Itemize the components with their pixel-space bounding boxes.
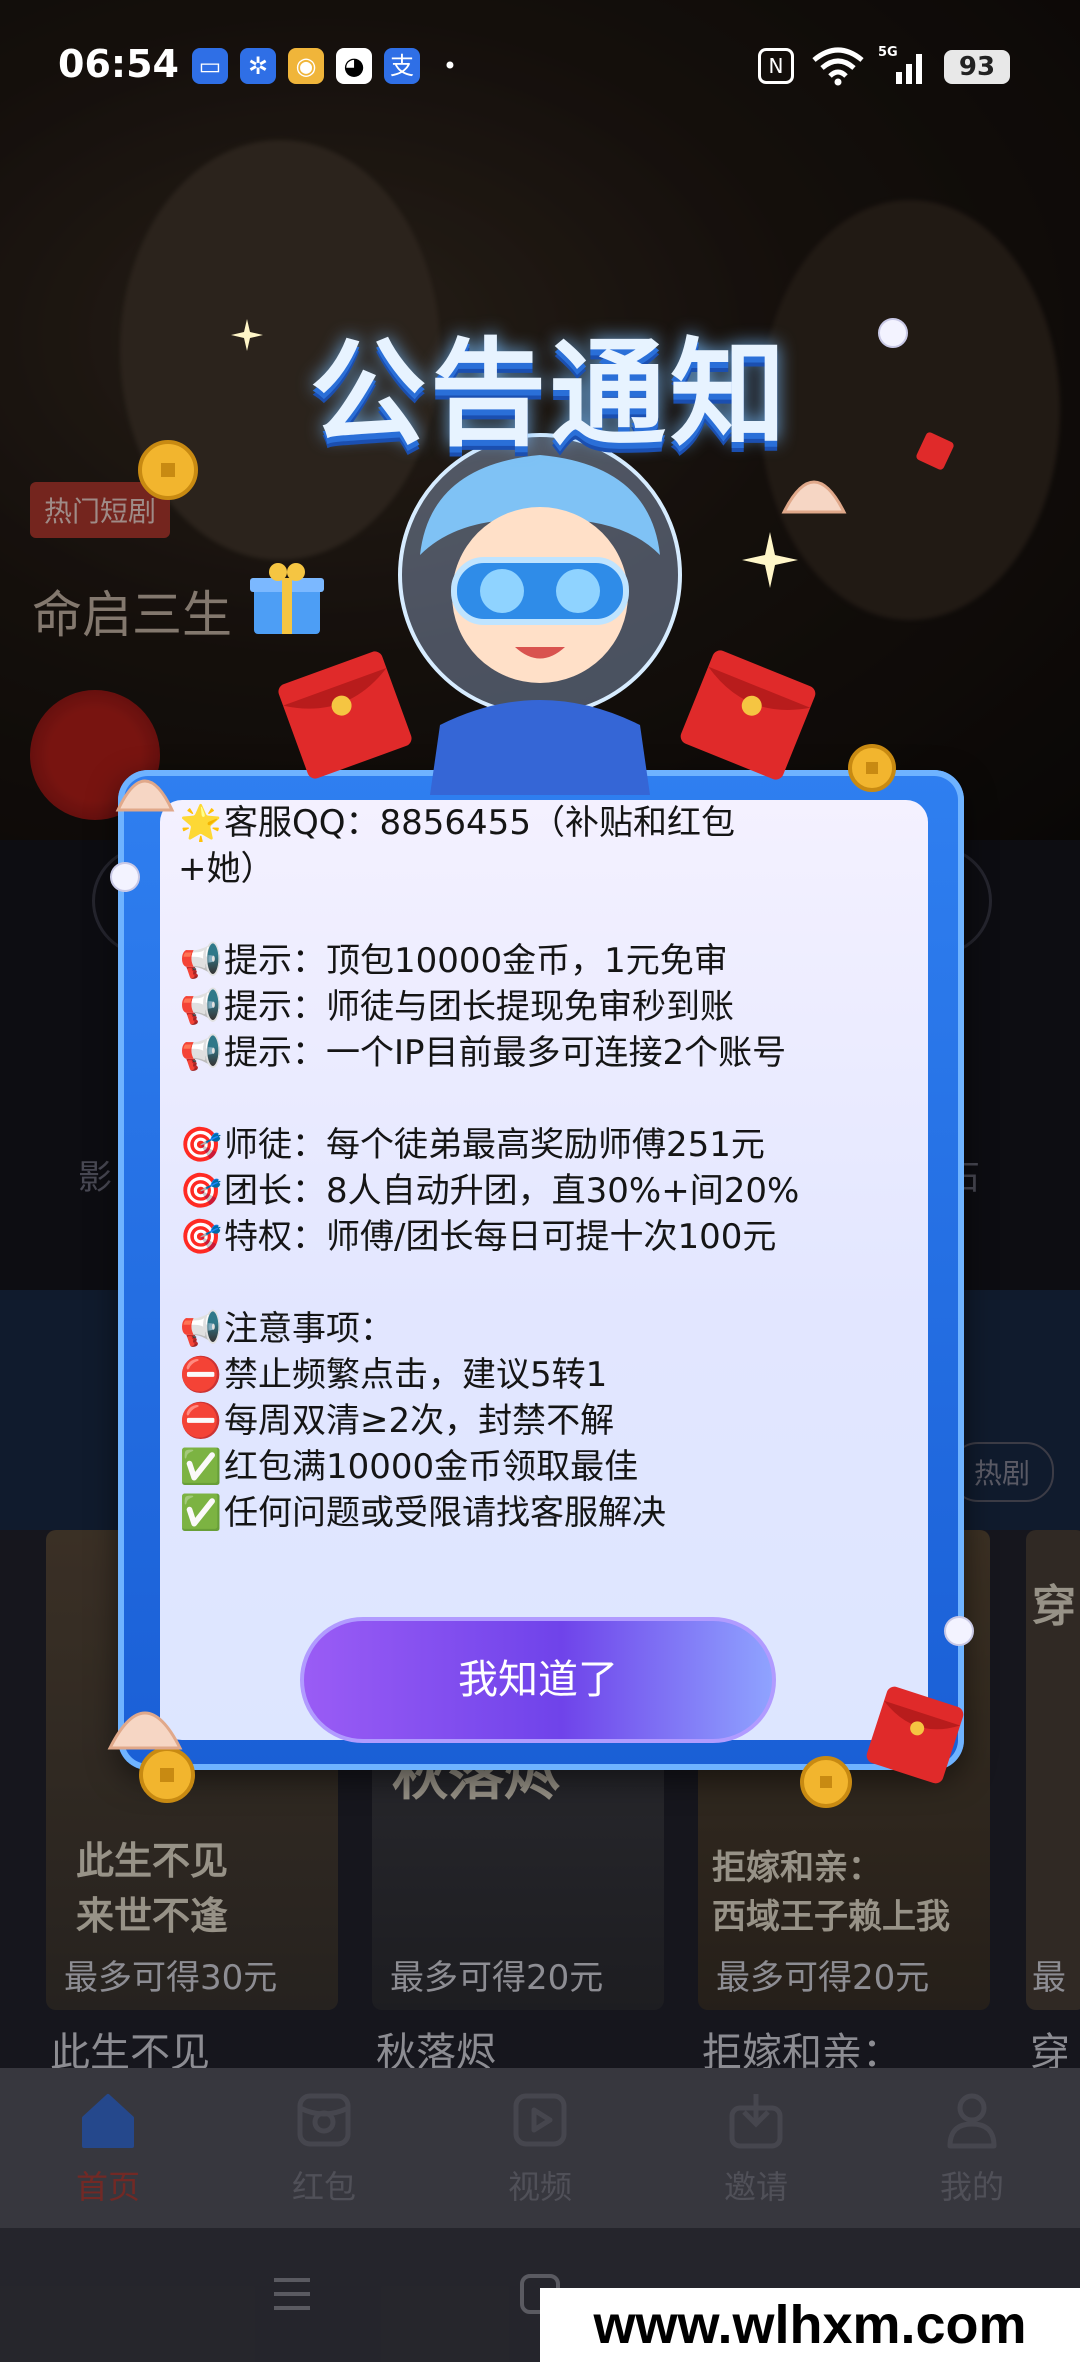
qq-app-icon: ◕ xyxy=(336,48,372,84)
site-watermark: www.wlhxm.com xyxy=(540,2288,1080,2362)
gold-coin-icon xyxy=(138,440,198,500)
target-icon: 🎯 xyxy=(179,1217,223,1257)
red-envelope-left-icon xyxy=(278,651,412,779)
nfc-icon: N xyxy=(758,48,794,84)
pearl-icon xyxy=(944,1616,974,1646)
notice-line: +她） xyxy=(178,849,275,889)
notice-line: ⛔禁止频繁点击，建议5转1 xyxy=(178,1352,918,1398)
shell-icon xyxy=(107,1711,183,1750)
notice-line: ✅红包满10000金币领取最佳 xyxy=(178,1444,918,1490)
notice-line: 📢提示：顶包10000金币，1元免审 xyxy=(178,938,918,984)
red-envelope-right-icon xyxy=(680,650,816,780)
notice-line: ⛔每周双清≥2次，封禁不解 xyxy=(178,1398,918,1444)
check-icon: ✅ xyxy=(179,1493,223,1533)
megaphone-icon: 📢 xyxy=(179,1309,223,1349)
alipay-app-icon: 支 xyxy=(384,48,420,84)
megaphone-icon: 📢 xyxy=(179,941,223,981)
sparkle-icon xyxy=(742,532,798,588)
sparkle-icon xyxy=(231,319,263,351)
announcement-body: 🌟客服QQ：8856455（补贴和红包 +她） 📢提示：顶包10000金币，1元… xyxy=(178,800,918,1536)
shell-icon xyxy=(115,779,175,812)
notice-line: 📢注意事项： xyxy=(178,1306,918,1352)
notice-line: 📢提示：一个IP目前最多可连接2个账号 xyxy=(178,1030,918,1076)
pearl-icon xyxy=(878,318,908,348)
no-entry-icon: ⛔ xyxy=(179,1401,223,1441)
gift-box-icon xyxy=(250,563,324,634)
status-time: 06:54 xyxy=(58,42,179,86)
status-bar: 06:54 ▭ ✲ ◉ ◕ 支 • N 5G 93 xyxy=(0,0,1080,130)
notice-line: ✅任何问题或受限请找客服解决 xyxy=(178,1490,918,1536)
notice-line: 🌟客服QQ：8856455（补贴和红包 xyxy=(178,800,918,846)
notice-line: 🎯特权：师傅/团长每日可提十次100元 xyxy=(178,1214,918,1260)
megaphone-icon: 📢 xyxy=(179,987,223,1027)
pinwheel-app-icon: ✲ xyxy=(240,48,276,84)
more-notifications-icon: • xyxy=(442,52,458,80)
no-entry-icon: ⛔ xyxy=(179,1355,223,1395)
battery-indicator: 93 xyxy=(944,50,1010,84)
cellular-signal-icon: 5G xyxy=(878,45,922,84)
notice-line: 📢提示：师徒与团长提现免审秒到账 xyxy=(178,984,918,1030)
target-icon: 🎯 xyxy=(179,1171,223,1211)
weibo-app-icon: ◉ xyxy=(288,48,324,84)
notice-line: 🎯团长：8人自动升团，直30%+间20% xyxy=(178,1168,918,1214)
message-app-icon: ▭ xyxy=(192,48,228,84)
pearl-icon xyxy=(110,862,140,892)
target-icon: 🎯 xyxy=(179,1125,223,1165)
gold-coin-icon xyxy=(800,1756,852,1808)
acknowledge-button[interactable]: 我知道了 xyxy=(300,1617,776,1743)
check-icon: ✅ xyxy=(179,1447,223,1487)
red-envelope-corner-icon xyxy=(866,1686,964,1784)
star-icon: 🌟 xyxy=(179,803,223,843)
shell-icon xyxy=(781,480,847,514)
notice-line: 🎯师徒：每个徒弟最高奖励师傅251元 xyxy=(178,1122,918,1168)
gold-coin-icon xyxy=(848,744,896,792)
wifi-icon xyxy=(812,47,864,86)
svg-text:5G: 5G xyxy=(878,45,898,60)
announcement-title: 公告通知 xyxy=(310,327,790,462)
megaphone-icon: 📢 xyxy=(179,1033,223,1073)
red-envelope-small-icon xyxy=(916,432,954,470)
mascot-illustration xyxy=(398,433,682,795)
